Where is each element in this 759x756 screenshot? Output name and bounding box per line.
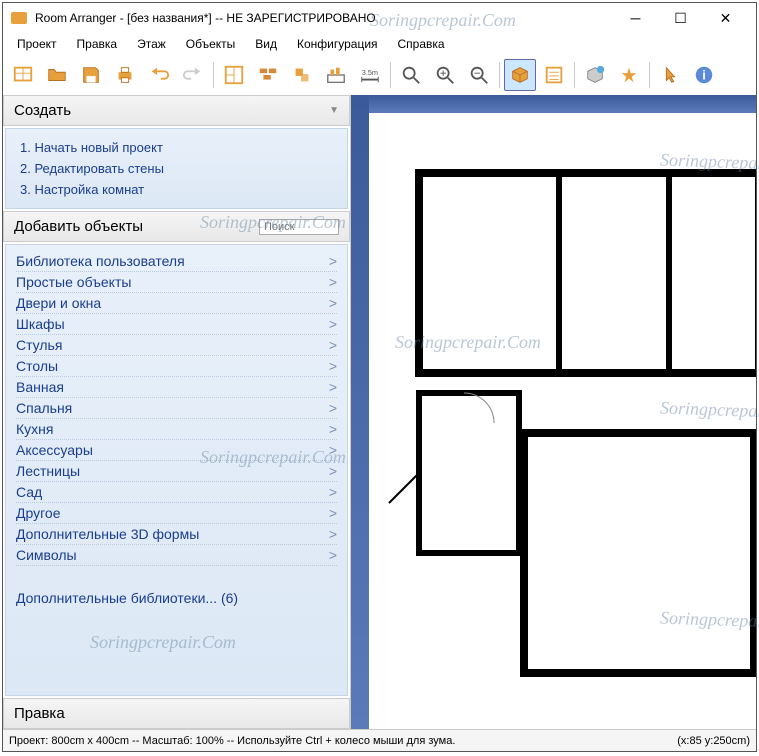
lib-bedroom[interactable]: Спальня> <box>16 398 337 419</box>
walls-button[interactable] <box>252 59 284 91</box>
lib-other[interactable]: Другое> <box>16 503 337 524</box>
toolbar-separator <box>213 62 214 88</box>
lib-symbols[interactable]: Символы> <box>16 545 337 566</box>
lib-user[interactable]: Библиотека пользователя> <box>16 251 337 272</box>
content-area: Создать ▼ 1. Начать новый проект 2. Реда… <box>3 95 756 729</box>
lib-tables[interactable]: Столы> <box>16 356 337 377</box>
ruler-horizontal <box>369 95 756 113</box>
view3d-button[interactable] <box>504 59 536 91</box>
menu-project[interactable]: Проект <box>7 35 67 53</box>
objects-button[interactable] <box>286 59 318 91</box>
menu-objects[interactable]: Объекты <box>176 35 246 53</box>
print-button[interactable] <box>109 59 141 91</box>
redo-button[interactable] <box>177 59 209 91</box>
toolbar-separator <box>574 62 575 88</box>
lib-cabinets[interactable]: Шкафы> <box>16 314 337 335</box>
menu-help[interactable]: Справка <box>388 35 455 53</box>
menu-floor[interactable]: Этаж <box>127 35 176 53</box>
ruler-vertical <box>351 95 369 729</box>
svg-text:3.5m: 3.5m <box>362 68 378 77</box>
rooms-button[interactable] <box>218 59 250 91</box>
add-panel-header[interactable]: Добавить объекты <box>3 211 350 242</box>
add-title: Добавить объекты <box>14 218 143 235</box>
titlebar: Room Arranger - [без названия*] -- НЕ ЗА… <box>3 3 756 33</box>
measure-button[interactable]: 3.5m <box>354 59 386 91</box>
edit-title: Правка <box>14 705 65 722</box>
create-panel-header[interactable]: Создать ▼ <box>3 95 350 126</box>
help-button[interactable]: i <box>688 59 720 91</box>
edit-panel-header[interactable]: Правка <box>3 698 350 729</box>
collapse-icon: ▼ <box>329 105 339 116</box>
floorplan-canvas[interactable] <box>369 113 756 729</box>
library-button[interactable] <box>320 59 352 91</box>
statusbar: Проект: 800cm x 400cm -- Масштаб: 100% -… <box>3 729 756 751</box>
menu-edit[interactable]: Правка <box>67 35 128 53</box>
maximize-button[interactable]: ☐ <box>658 4 703 32</box>
undo-button[interactable] <box>143 59 175 91</box>
lib-3dshapes[interactable]: Дополнительные 3D формы> <box>16 524 337 545</box>
export-button[interactable] <box>579 59 611 91</box>
toolbar-separator <box>499 62 500 88</box>
status-text: Проект: 800cm x 400cm -- Масштаб: 100% -… <box>9 735 677 747</box>
menu-config[interactable]: Конфигурация <box>287 35 388 53</box>
create-edit-walls[interactable]: 2. Редактировать стены <box>16 158 337 179</box>
wizard-button[interactable] <box>613 59 645 91</box>
svg-text:i: i <box>702 68 706 83</box>
create-title: Создать <box>14 102 71 119</box>
open-button[interactable] <box>41 59 73 91</box>
lib-chairs[interactable]: Стулья> <box>16 335 337 356</box>
create-new-project[interactable]: 1. Начать новый проект <box>16 137 337 158</box>
toolbar-separator <box>649 62 650 88</box>
lib-doors[interactable]: Двери и окна> <box>16 293 337 314</box>
search-input[interactable] <box>259 219 339 235</box>
lib-kitchen[interactable]: Кухня> <box>16 419 337 440</box>
new-button[interactable] <box>7 59 39 91</box>
lib-stairs[interactable]: Лестницы> <box>16 461 337 482</box>
extra-libraries[interactable]: Дополнительные библиотеки... (6) <box>16 566 337 606</box>
minimize-button[interactable]: ─ <box>613 4 658 32</box>
app-window: Room Arranger - [без названия*] -- НЕ ЗА… <box>2 2 757 752</box>
app-icon <box>11 12 27 24</box>
zoom-out-button[interactable] <box>463 59 495 91</box>
canvas-area: Добавить метку здесь... Цвет пола... Ком… <box>351 95 756 729</box>
lib-garden[interactable]: Сад> <box>16 482 337 503</box>
zoom-in-button[interactable] <box>429 59 461 91</box>
status-coords: (x:85 y:250cm) <box>677 735 750 747</box>
pointer-button[interactable] <box>654 59 686 91</box>
list-button[interactable] <box>538 59 570 91</box>
menu-view[interactable]: Вид <box>245 35 287 53</box>
lib-simple[interactable]: Простые объекты> <box>16 272 337 293</box>
lib-bathroom[interactable]: Ванная> <box>16 377 337 398</box>
lib-accessories[interactable]: Аксессуары> <box>16 440 337 461</box>
create-room-settings[interactable]: 3. Настройка комнат <box>16 179 337 200</box>
toolbar-separator <box>390 62 391 88</box>
window-controls: ─ ☐ ✕ <box>613 4 748 32</box>
sidebar: Создать ▼ 1. Начать новый проект 2. Реда… <box>3 95 351 729</box>
zoom-button[interactable] <box>395 59 427 91</box>
toolbar: 3.5m i <box>3 55 756 95</box>
window-title: Room Arranger - [без названия*] -- НЕ ЗА… <box>35 11 613 25</box>
menubar: Проект Правка Этаж Объекты Вид Конфигура… <box>3 33 756 55</box>
close-button[interactable]: ✕ <box>703 4 748 32</box>
library-list: Библиотека пользователя> Простые объекты… <box>5 244 348 696</box>
save-button[interactable] <box>75 59 107 91</box>
create-panel: 1. Начать новый проект 2. Редактировать … <box>5 128 348 209</box>
